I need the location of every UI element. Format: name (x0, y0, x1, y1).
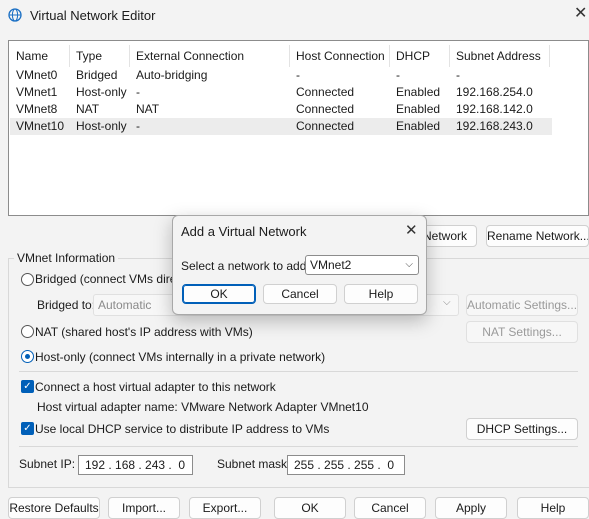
cell-external: - (136, 85, 140, 99)
column-header-host-connection[interactable]: Host Connection (290, 45, 390, 67)
cell-subnet: 192.168.142.0 (456, 102, 533, 116)
cell-dhcp: Enabled (396, 119, 441, 133)
cell-host: Connected (296, 102, 355, 116)
divider (19, 446, 578, 447)
globe-icon (8, 8, 22, 22)
connect-adapter-checkbox[interactable]: ✓ (21, 380, 34, 393)
close-icon[interactable]: ✕ (405, 221, 418, 239)
cell-host: Connected (296, 85, 355, 99)
network-table[interactable]: Name Type External Connection Host Conne… (8, 40, 589, 216)
table-row[interactable]: VMnet0 Bridged Auto-bridging - - - (10, 67, 552, 84)
cell-dhcp: - (396, 68, 400, 82)
cell-name: VMnet1 (16, 85, 58, 99)
dialog-ok-button[interactable]: OK (182, 284, 256, 304)
dhcp-checkbox[interactable]: ✓ (21, 422, 34, 435)
table-row-selected[interactable]: VMnet10 Host-only - Connected Enabled 19… (10, 118, 552, 135)
column-header-external-connection[interactable]: External Connection (130, 45, 290, 67)
bridged-radio[interactable] (21, 273, 34, 286)
dialog-title: Add a Virtual Network (181, 224, 307, 239)
cell-subnet: - (456, 68, 460, 82)
automatic-settings-button[interactable]: Automatic Settings... (466, 294, 578, 316)
subnet-ip-label: Subnet IP: (19, 457, 76, 471)
subnet-mask-input[interactable]: 255 . 255 . 255 . 0 (287, 455, 405, 475)
dialog-help-button[interactable]: Help (344, 284, 418, 304)
dialog-cancel-button[interactable]: Cancel (263, 284, 337, 304)
nat-label: NAT (shared host's IP address with VMs) (35, 325, 253, 339)
connect-adapter-label: Connect a host virtual adapter to this n… (35, 380, 276, 394)
network-select[interactable]: VMnet2 ⌵ (305, 255, 419, 275)
bridged-to-value: Automatic (98, 298, 152, 312)
cell-name: VMnet0 (16, 68, 58, 82)
chevron-down-icon: ⌵ (443, 297, 451, 308)
cell-name: VMnet10 (16, 119, 65, 133)
dhcp-settings-button[interactable]: DHCP Settings... (466, 418, 578, 440)
cell-dhcp: Enabled (396, 102, 441, 116)
chevron-down-icon: ⌵ (405, 259, 413, 270)
column-header-dhcp[interactable]: DHCP (390, 45, 450, 67)
window-title: Virtual Network Editor (30, 8, 156, 23)
cell-type: Bridged (76, 68, 118, 82)
nat-radio[interactable] (21, 325, 34, 338)
hostonly-label: Host-only (connect VMs internally in a p… (35, 350, 326, 364)
adapter-name-label: Host virtual adapter name: VMware Networ… (37, 400, 369, 414)
subnet-ip-input[interactable]: 192 . 168 . 243 . 0 (78, 455, 193, 475)
cell-type: Host-only (76, 119, 127, 133)
close-icon[interactable]: ✕ (574, 6, 587, 22)
cell-type: NAT (76, 102, 100, 116)
table-row[interactable]: VMnet1 Host-only - Connected Enabled 192… (10, 84, 552, 101)
vmnet-info-title: VMnet Information (14, 251, 119, 265)
column-header-type[interactable]: Type (70, 45, 130, 67)
bridged-label: Bridged (connect VMs directl (35, 272, 189, 286)
network-select-value: VMnet2 (310, 258, 352, 272)
cell-external: - (136, 119, 140, 133)
rename-network-button[interactable]: Rename Network... (486, 225, 589, 247)
network-select-label: Select a network to add: (181, 259, 310, 273)
hostonly-radio[interactable] (21, 350, 34, 363)
cell-host: - (296, 68, 300, 82)
cell-dhcp: Enabled (396, 85, 441, 99)
add-network-dialog: Add a Virtual Network ✕ Select a network… (172, 215, 427, 315)
bridged-to-label: Bridged to: (37, 298, 96, 312)
cell-host: Connected (296, 119, 355, 133)
nat-settings-button[interactable]: NAT Settings... (466, 321, 578, 343)
column-header-name[interactable]: Name (10, 45, 70, 67)
subnet-mask-label: Subnet mask: (217, 457, 291, 471)
cell-subnet: 192.168.254.0 (456, 85, 533, 99)
table-row[interactable]: VMnet8 NAT NAT Connected Enabled 192.168… (10, 101, 552, 118)
cell-external: Auto-bridging (136, 68, 208, 82)
title-bar: Virtual Network Editor ✕ (0, 0, 589, 30)
cell-external: NAT (136, 102, 160, 116)
cell-subnet: 192.168.243.0 (456, 119, 533, 133)
dhcp-label: Use local DHCP service to distribute IP … (35, 422, 330, 436)
column-header-subnet-address[interactable]: Subnet Address (450, 45, 550, 67)
cell-type: Host-only (76, 85, 127, 99)
divider (19, 371, 578, 372)
cell-name: VMnet8 (16, 102, 58, 116)
